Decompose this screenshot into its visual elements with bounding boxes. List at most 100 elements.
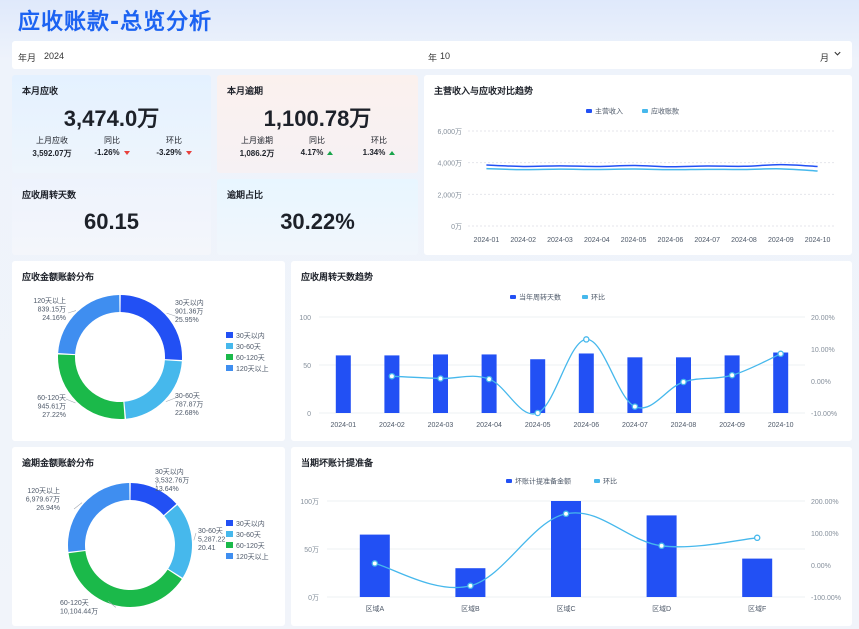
- y-tick-label: 50: [303, 363, 311, 370]
- aging-chart-card: 应收金额账龄分布 30天以内 901.36万 25.95% 30-60天 787.87万…: [12, 261, 285, 441]
- x-tick-label: 2024-04: [584, 237, 610, 244]
- line-point: [680, 378, 687, 386]
- year-value[interactable]: 2024: [44, 51, 64, 61]
- donut-label: 30天以内: [155, 467, 184, 476]
- legend-label: 环比: [603, 477, 617, 486]
- x-tick-label: 2024-10: [768, 422, 794, 429]
- x-tick-label: 2024-08: [671, 422, 697, 429]
- kpi-overdue-title: 本月逾期: [227, 86, 264, 96]
- legend-swatch: [226, 354, 233, 360]
- down-arrow-icon: [123, 150, 130, 155]
- up-arrow-icon: [327, 150, 334, 155]
- aging-donut-chart: 30天以内901.36万25.95%30-60天787.87万22.68%60-…: [33, 295, 269, 419]
- donut-label: 6,979.67万: [26, 496, 60, 504]
- legend-label: 120天以上: [236, 552, 269, 561]
- kpi-overdue-yoy: 同比 4.17%: [289, 135, 345, 157]
- donut-slice-1: [120, 295, 182, 360]
- y-tick-label: 0万: [308, 594, 319, 602]
- donut-label: 30-60天: [198, 527, 223, 535]
- x-tick-label: 2024-05: [621, 237, 647, 244]
- donut-label: 10,104.44万: [60, 608, 98, 616]
- legend-swatch: [226, 332, 233, 338]
- legend-label: 60-120天: [236, 542, 265, 550]
- kpi-receivable-card: 本月应收 3,474.0万 上月应收 3,592.07万 同比 -1.26% 环…: [12, 75, 211, 173]
- donut-slice-3: [58, 354, 125, 419]
- line-point: [534, 409, 541, 417]
- x-tick-label: 2024-02: [379, 422, 405, 429]
- line-point: [562, 510, 570, 518]
- y-tick-label: 100万: [300, 498, 319, 506]
- bar: [481, 354, 497, 413]
- x-tick-label: 2024-01: [474, 237, 500, 244]
- bar: [578, 353, 594, 413]
- legend-label: 环比: [591, 293, 605, 302]
- donut-label: 25.95%: [175, 317, 199, 324]
- overdue-aging-donut-chart: 30天以内3,532.76万13.64%30-60天5,287.2220.416…: [26, 467, 269, 616]
- bar: [724, 355, 740, 413]
- overdue-aging-card: 逾期金额账龄分布 30天以内 3,532.76万 13.64% 30-60天 5,287…: [12, 447, 285, 626]
- x-tick-label: 2024-01: [330, 422, 356, 429]
- legend-swatch: [226, 365, 233, 371]
- donut-label: 5,287.22: [198, 537, 225, 544]
- legend-swatch: [226, 542, 233, 548]
- month-suffix-label: 月: [820, 53, 830, 63]
- year-suffix-label: 年: [428, 53, 438, 63]
- y2-tick-label: 20.00%: [811, 315, 835, 322]
- kpi-overdue-card: 本月逾期 1,100.78万 上月逾期 1,086.2万 同比 4.17% 环比…: [217, 75, 418, 173]
- x-tick-label: 2024-08: [731, 237, 757, 244]
- year-month-label: 年月: [18, 53, 37, 63]
- legend-label: 主营收入: [595, 107, 623, 116]
- kpi-overdue-prev: 上月逾期 1,086.2万: [239, 136, 275, 158]
- month-value[interactable]: 10: [440, 51, 450, 61]
- kpi-overdue-ratio-value: 30.22%: [280, 209, 355, 234]
- y2-tick-label: -10.00%: [811, 411, 837, 418]
- turnover-trend-chart: 当年周转天数 环比 100 50 0 20.00% 10.00% 0.00% -10.00% 20…: [299, 293, 837, 430]
- line-point: [467, 582, 474, 590]
- bar: [335, 355, 351, 413]
- leader-line: [193, 532, 197, 541]
- bar: [773, 352, 789, 413]
- donut-slice-2: [124, 360, 182, 419]
- line-point: [631, 403, 639, 410]
- legend-swatch: [226, 520, 233, 526]
- down-arrow-icon: [185, 150, 192, 155]
- trend-chart-card: 主营收入与应收对比趋势 主营收入 应收账款 6,000万 4,000万 2,000万 0万…: [424, 75, 852, 255]
- x-tick-label: 2024-09: [719, 422, 745, 429]
- y2-tick-label: 10.00%: [811, 347, 835, 354]
- donut-slice-4: [58, 295, 120, 355]
- bar: [742, 558, 773, 597]
- y-tick-label: 50万: [304, 546, 319, 554]
- legend-swatch: [510, 295, 516, 299]
- x-tick-label: 2024-07: [694, 237, 720, 244]
- legend-swatch: [594, 479, 600, 483]
- kpi-receivable-prev: 上月应收 3,592.07万: [32, 136, 72, 158]
- legend-label: 当年周转天数: [519, 293, 561, 302]
- up-arrow-icon: [389, 150, 396, 155]
- donut-label: 22.68%: [175, 410, 199, 417]
- bar: [433, 354, 448, 413]
- bar: [384, 355, 400, 413]
- y2-tick-label: 0.00%: [811, 563, 831, 570]
- chevron-down-icon[interactable]: [833, 49, 842, 60]
- line-point: [388, 372, 396, 380]
- legend-label: 30-60天: [236, 343, 261, 351]
- donut-label: 120天以上: [33, 296, 66, 305]
- kpi-overdue-mom: 环比 1.34%: [349, 135, 409, 157]
- y-tick-label: 6,000万: [437, 128, 462, 136]
- legend-swatch: [586, 109, 592, 113]
- bar: [646, 515, 677, 597]
- donut-label: 3,532.76万: [155, 477, 189, 485]
- kpi-receivable-title: 本月应收: [22, 86, 59, 96]
- y2-tick-label: 200.00%: [811, 499, 839, 506]
- turnover-trend-card: 应收周转天数趋势 当年周转天数 环比 100 50 0 20.00% 10.00% 0.00%…: [291, 261, 852, 441]
- x-tick-label: 区域A: [365, 604, 384, 613]
- line-point: [485, 375, 493, 383]
- kpi-receivable-mom: 环比 -3.29%: [144, 135, 204, 157]
- kpi-overdue-ratio-card: 逾期占比 30.22%: [217, 179, 418, 255]
- legend-label: 应收账款: [651, 107, 679, 116]
- legend-label: 30天以内: [236, 331, 265, 340]
- y-tick-label: 4,000万: [437, 160, 462, 168]
- donut-label: 60-120天: [37, 394, 66, 402]
- legend-swatch: [226, 343, 233, 349]
- x-tick-label: 2024-03: [428, 422, 454, 429]
